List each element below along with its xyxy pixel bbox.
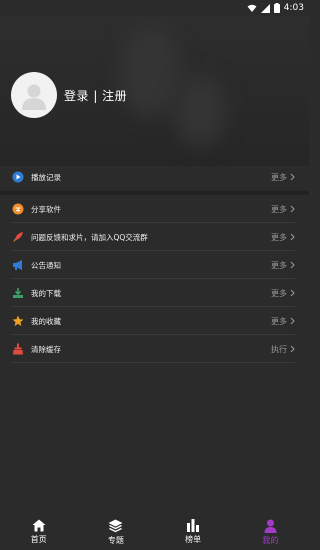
menu-item-clear-cache[interactable]: 清除缓存 执行 bbox=[0, 335, 309, 363]
signal-icon bbox=[260, 3, 270, 13]
tab-mine[interactable]: 我的 bbox=[232, 514, 309, 550]
chart-icon bbox=[187, 519, 200, 532]
header-background-art bbox=[120, 26, 180, 116]
tab-label: 专题 bbox=[107, 535, 124, 545]
chevron-right-icon bbox=[290, 173, 295, 181]
download-icon bbox=[11, 286, 25, 300]
chevron-right-icon bbox=[290, 233, 295, 241]
chevron-right-icon bbox=[290, 261, 295, 269]
tab-label: 榜单 bbox=[185, 535, 202, 544]
wifi-icon bbox=[247, 4, 257, 12]
menu-item-label: 播放记录 bbox=[31, 172, 61, 182]
menu-item-action: 更多 bbox=[271, 316, 287, 326]
menu-item-share-app[interactable]: 分享软件 更多 bbox=[0, 195, 309, 223]
menu-list: 播放记录 更多 分享软件 更多 问题反馈和求片，请加入QQ交流群 更多 公告通知 bbox=[0, 163, 309, 363]
menu-item-label: 清除缓存 bbox=[31, 344, 61, 354]
menu-item-label: 我的下载 bbox=[31, 288, 61, 298]
chevron-right-icon bbox=[290, 205, 295, 213]
star-icon bbox=[11, 314, 25, 328]
user-placeholder-icon bbox=[22, 84, 46, 110]
home-icon bbox=[32, 519, 46, 532]
status-time: 4:03 bbox=[283, 3, 304, 13]
status-bar: 4:03 bbox=[0, 0, 309, 16]
menu-item-action: 更多 bbox=[271, 172, 287, 182]
menu-item-action: 执行 bbox=[271, 344, 287, 354]
menu-item-label: 问题反馈和求片，请加入QQ交流群 bbox=[31, 232, 148, 242]
menu-item-label: 分享软件 bbox=[31, 204, 61, 214]
menu-item-play-history[interactable]: 播放记录 更多 bbox=[0, 163, 309, 195]
bottom-tab-bar: 首页 专题 榜单 我的 bbox=[0, 514, 309, 550]
rocket-icon bbox=[11, 230, 25, 244]
megaphone-icon bbox=[11, 258, 25, 272]
tab-label: 首页 bbox=[30, 535, 47, 544]
chevron-right-icon bbox=[290, 317, 295, 325]
tab-topics[interactable]: 专题 bbox=[77, 514, 154, 550]
tab-label: 我的 bbox=[262, 535, 279, 545]
menu-item-action: 更多 bbox=[271, 204, 287, 214]
layers-icon bbox=[108, 519, 123, 532]
user-icon bbox=[264, 519, 277, 533]
tab-rankings[interactable]: 榜单 bbox=[155, 514, 232, 550]
share-icon bbox=[11, 202, 25, 216]
broom-icon bbox=[11, 342, 25, 356]
menu-item-action: 更多 bbox=[271, 260, 287, 270]
menu-item-announcements[interactable]: 公告通知 更多 bbox=[0, 251, 309, 279]
play-icon bbox=[11, 170, 25, 184]
avatar[interactable] bbox=[11, 72, 57, 118]
menu-item-label: 我的收藏 bbox=[31, 316, 61, 326]
tab-home[interactable]: 首页 bbox=[0, 514, 77, 550]
menu-item-feedback[interactable]: 问题反馈和求片，请加入QQ交流群 更多 bbox=[0, 223, 309, 251]
chevron-right-icon bbox=[290, 345, 295, 353]
menu-item-favorites[interactable]: 我的收藏 更多 bbox=[0, 307, 309, 335]
menu-item-action: 更多 bbox=[271, 288, 287, 298]
chevron-right-icon bbox=[290, 289, 295, 297]
login-register-link[interactable]: 登录 | 注册 bbox=[64, 87, 127, 104]
header-background-art bbox=[175, 76, 225, 146]
menu-item-label: 公告通知 bbox=[31, 260, 61, 270]
menu-item-downloads[interactable]: 我的下载 更多 bbox=[0, 279, 309, 307]
battery-icon bbox=[273, 3, 280, 13]
menu-item-action: 更多 bbox=[271, 232, 287, 242]
